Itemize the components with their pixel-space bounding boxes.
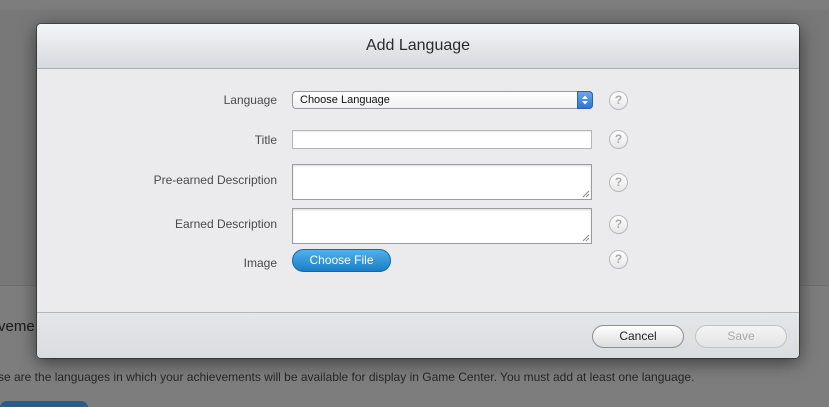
- resize-grip-icon[interactable]: [582, 190, 590, 198]
- dialog-header: Add Language: [37, 24, 799, 69]
- title-label: Title: [254, 133, 277, 147]
- pre-earned-description-label: Pre-earned Description: [153, 173, 277, 187]
- dialog-title: Add Language: [365, 37, 471, 54]
- earned-description-label: Earned Description: [174, 217, 277, 231]
- help-icon[interactable]: ?: [609, 215, 628, 234]
- image-label: Image: [243, 256, 277, 270]
- chevron-updown-icon: [577, 91, 593, 109]
- language-select[interactable]: Choose Language: [292, 91, 593, 109]
- earned-description-textarea[interactable]: [292, 208, 592, 244]
- save-button[interactable]: Save: [695, 325, 787, 348]
- dialog-footer: Cancel Save: [37, 312, 799, 358]
- background-description: se are the languages in which your achie…: [0, 370, 695, 384]
- background-section-heading: veme: [0, 318, 35, 335]
- add-language-dialog: Add Language Language Choose Language ? …: [37, 24, 799, 358]
- cancel-button[interactable]: Cancel: [592, 325, 684, 348]
- title-input[interactable]: [292, 130, 592, 149]
- help-icon[interactable]: ?: [609, 130, 628, 149]
- help-icon[interactable]: ?: [609, 250, 628, 269]
- help-icon[interactable]: ?: [609, 91, 628, 110]
- resize-grip-icon[interactable]: [582, 234, 590, 242]
- choose-file-button[interactable]: Choose File: [292, 249, 391, 272]
- background-button: [0, 401, 88, 407]
- language-select-value: Choose Language: [300, 94, 390, 106]
- language-label: Language: [223, 93, 277, 107]
- help-icon[interactable]: ?: [609, 173, 628, 192]
- pre-earned-description-textarea[interactable]: [292, 164, 592, 200]
